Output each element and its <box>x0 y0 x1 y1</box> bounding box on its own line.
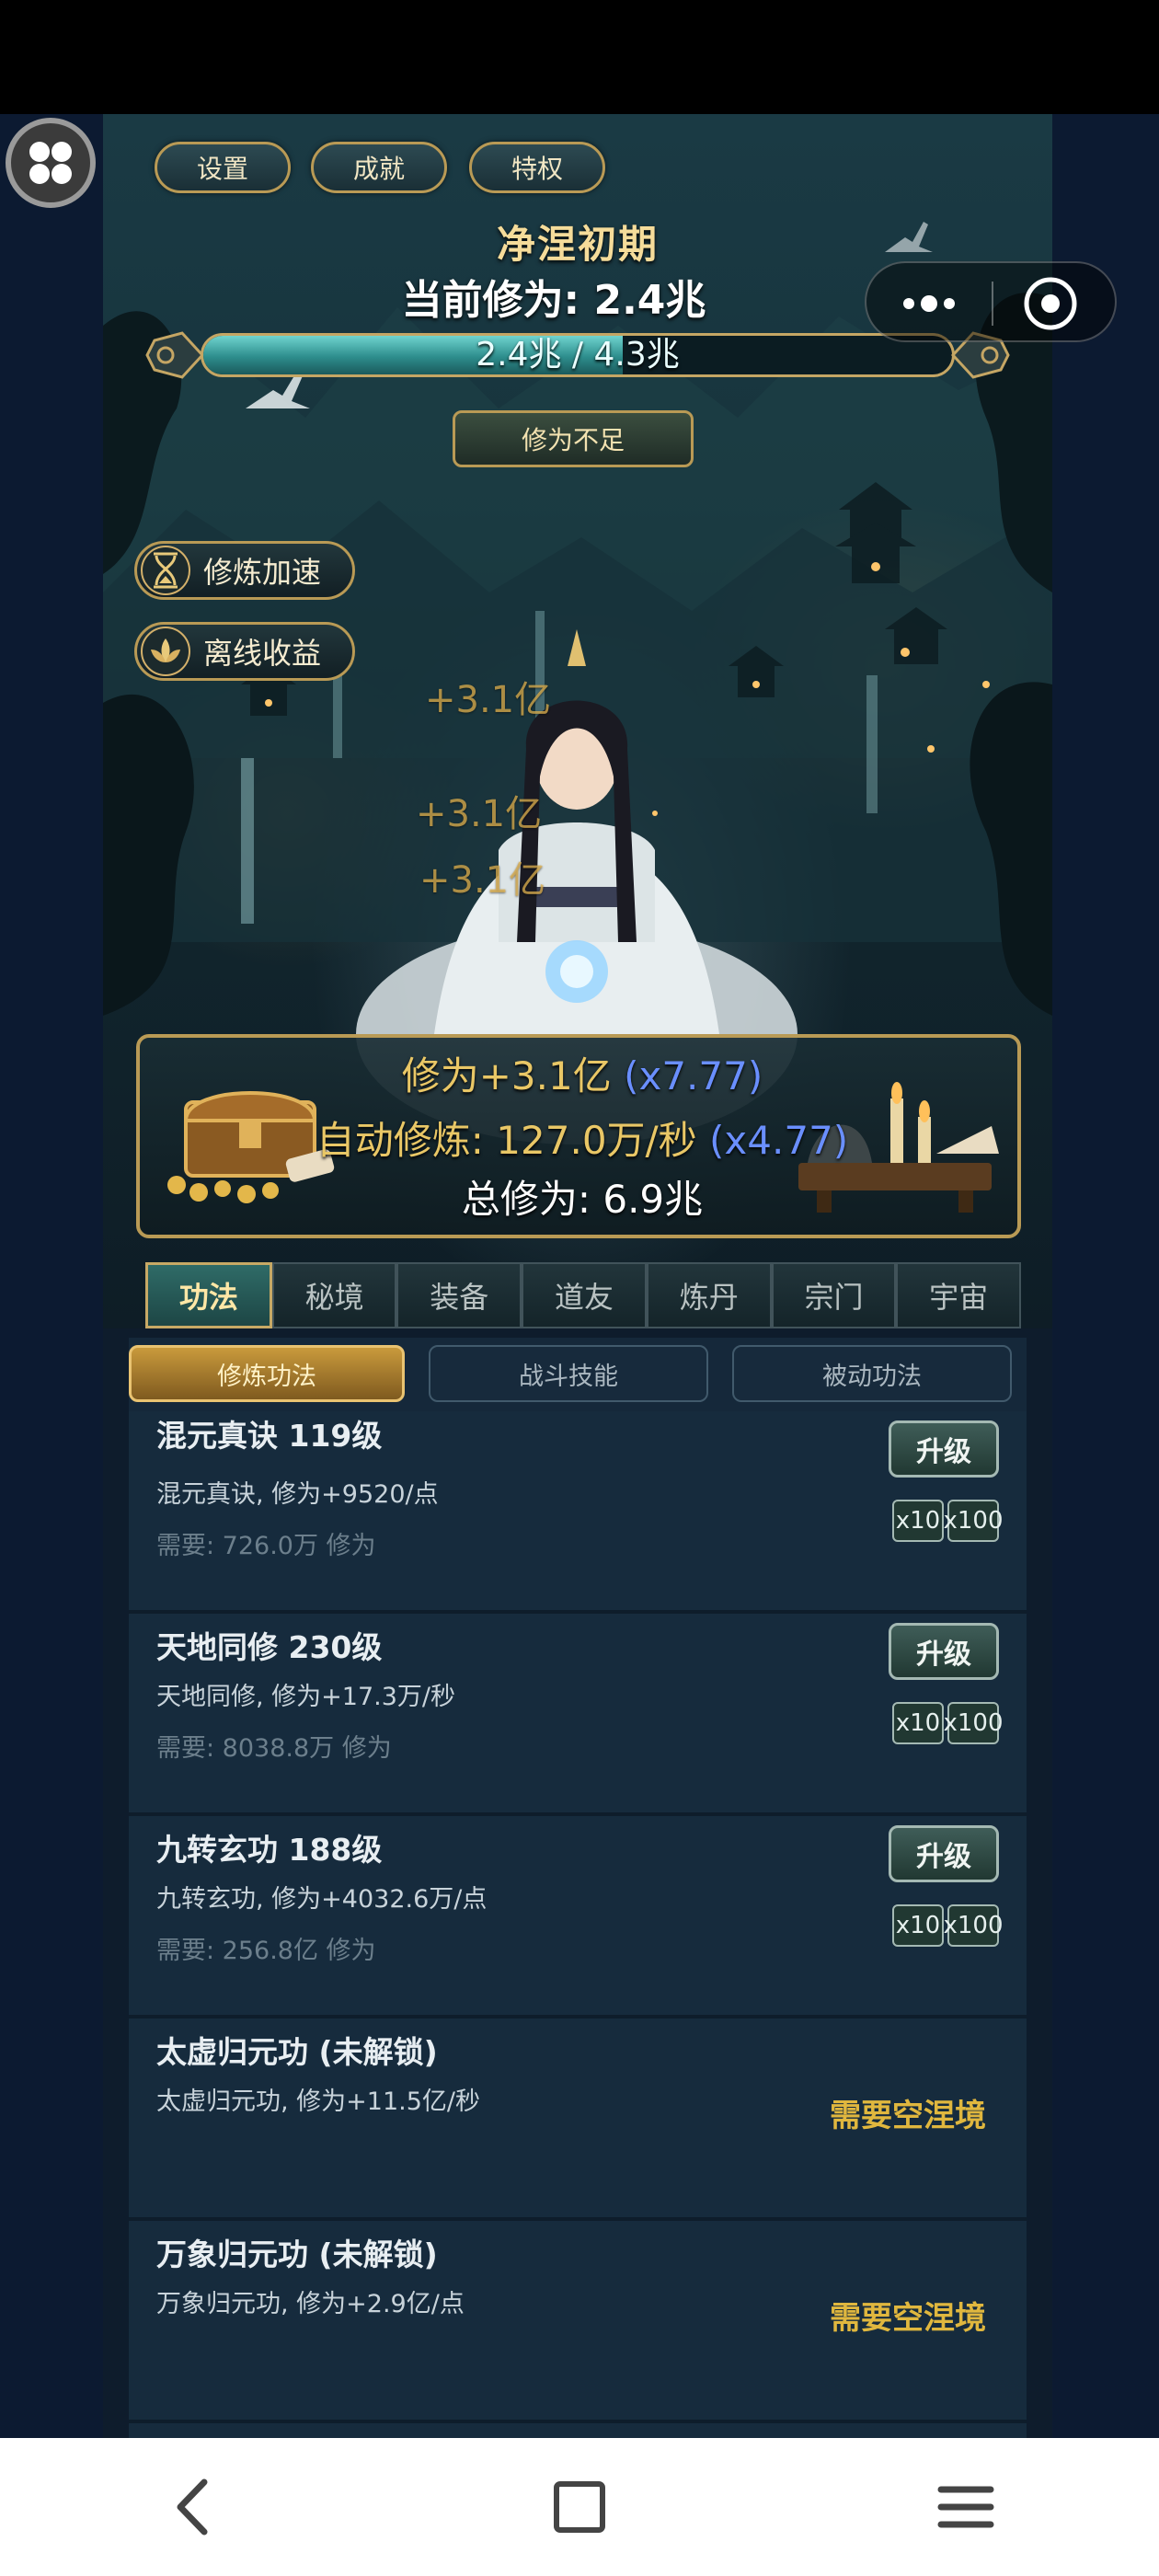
subtab-combat-skills[interactable]: 战斗技能 <box>429 1345 708 1402</box>
floating-gain: +3.1亿 <box>416 793 543 835</box>
technique-desc: 混元真诀, 修为+9520/点 <box>156 1480 439 1509</box>
tab-secret-realm[interactable]: 秘境 <box>271 1262 397 1328</box>
technique-row-locked: 太虚归元功 (未解锁) 太虚归元功, 修为+11.5亿/秒 需要空涅境 <box>129 2018 1027 2221</box>
upgrade-button[interactable]: 升级 <box>889 1825 999 1882</box>
total-cultivation: 总修为: 6.9兆 <box>461 1177 704 1222</box>
upgrade-x100-button[interactable]: x100 <box>944 1904 1004 1947</box>
close-target-icon[interactable] <box>1014 276 1096 331</box>
current-cultivation: 当前修为: 2.4兆 <box>401 277 706 324</box>
auto-label: 自动修炼: 127.0万/秒 <box>316 1118 697 1163</box>
right-margin <box>1052 114 1159 2438</box>
gain-line: 修为+3.1亿 (x7.77) <box>140 1045 1025 1101</box>
auto-multiplier: (x4.77) <box>709 1118 849 1163</box>
technique-need: 需要: 256.8亿 修为 <box>156 1937 376 1965</box>
technique-row: 九转玄功 188级 九转玄功, 修为+4032.6万/点 需要: 256.8亿 … <box>129 1816 1027 2018</box>
tab-alchemy[interactable]: 炼丹 <box>646 1262 772 1328</box>
technique-name: 天地同修 230级 <box>156 1629 383 1665</box>
tab-companions[interactable]: 道友 <box>522 1262 647 1328</box>
upgrade-x10-button[interactable]: x10 <box>892 1702 944 1744</box>
gain-label: 修为+3.1亿 <box>401 1053 612 1098</box>
technique-row: 天地同修 230级 天地同修, 修为+17.3万/秒 需要: 8038.8万 修… <box>129 1614 1027 1816</box>
achievements-button[interactable]: 成就 <box>311 142 447 193</box>
offline-income-label: 离线收益 <box>203 636 322 671</box>
subtab-passive-techniques[interactable]: 被动功法 <box>732 1345 1012 1402</box>
left-margin <box>0 114 103 2438</box>
technique-desc: 天地同修, 修为+17.3万/秒 <box>156 1683 456 1711</box>
game-screen: 设置 成就 特权 净涅初期 当前修为: 2.4兆 2.4兆 / 4.3兆 修为不… <box>103 114 1052 2438</box>
technique-name: 太虚归元功 (未解锁) <box>156 2034 438 2070</box>
cultivation-info-panel: 修为+3.1亿 (x7.77) 自动修炼: 127.0万/秒 (x4.77) 总… <box>136 1034 1021 1238</box>
technique-name: 万象归元功 (未解锁) <box>156 2237 438 2272</box>
main-tabs: 功法 秘境 装备 道友 炼丹 宗门 宇宙 <box>145 1262 1022 1328</box>
menu-grid-icon[interactable] <box>6 118 96 208</box>
more-dots-icon[interactable] <box>885 276 977 331</box>
exp-progress-bar: 2.4兆 / 4.3兆 <box>201 333 955 377</box>
speed-up-button[interactable]: 修炼加速 <box>134 541 355 600</box>
exp-progress-text: 2.4兆 / 4.3兆 <box>476 336 680 374</box>
technique-desc: 万象归元功, 修为+2.9亿/点 <box>156 2290 465 2318</box>
technique-name: 混元真诀 119级 <box>156 1418 383 1454</box>
status-bar <box>0 0 1159 114</box>
technique-need: 需要: 726.0万 修为 <box>156 1532 376 1560</box>
back-icon[interactable] <box>147 2466 239 2548</box>
technique-name: 九转玄功 188级 <box>156 1832 383 1868</box>
upgrade-x10-button[interactable]: x10 <box>892 1500 944 1542</box>
hourglass-icon <box>141 546 190 595</box>
technique-desc: 九转玄功, 修为+4032.6万/点 <box>156 1885 488 1914</box>
tab-sect[interactable]: 宗门 <box>771 1262 897 1328</box>
auto-line: 自动修炼: 127.0万/秒 (x4.77) <box>140 1110 1025 1166</box>
settings-button[interactable]: 设置 <box>155 142 291 193</box>
technique-row-partial <box>129 2423 1027 2438</box>
offline-income-button[interactable]: 离线收益 <box>134 622 355 681</box>
insufficient-cultivation-button[interactable]: 修为不足 <box>453 410 694 467</box>
floating-gain: +3.1亿 <box>425 679 552 721</box>
mini-program-capsule <box>865 261 1117 342</box>
upgrade-button[interactable]: 升级 <box>889 1420 999 1478</box>
system-nav-bar <box>0 2438 1159 2576</box>
home-square-icon[interactable] <box>534 2466 625 2548</box>
unlock-requirement: 需要空涅境 <box>830 2098 986 2134</box>
upgrade-x100-button[interactable]: x100 <box>944 1500 1004 1542</box>
tab-equipment[interactable]: 装备 <box>396 1262 522 1328</box>
floating-gain: +3.1亿 <box>419 859 546 902</box>
tab-universe[interactable]: 宇宙 <box>896 1262 1022 1328</box>
gain-multiplier: (x7.77) <box>624 1053 763 1098</box>
technique-row-locked: 万象归元功 (未解锁) 万象归元功, 修为+2.9亿/点 需要空涅境 <box>129 2221 1027 2423</box>
privileges-button[interactable]: 特权 <box>469 142 605 193</box>
technique-row: 混元真诀 119级 混元真诀, 修为+9520/点 需要: 726.0万 修为 … <box>129 1411 1027 1614</box>
tab-techniques[interactable]: 功法 <box>145 1262 272 1328</box>
upgrade-x10-button[interactable]: x10 <box>892 1904 944 1947</box>
capsule-divider <box>992 282 993 326</box>
menu-lines-icon[interactable] <box>920 2466 1012 2548</box>
technique-need: 需要: 8038.8万 修为 <box>156 1734 392 1763</box>
upgrade-x100-button[interactable]: x100 <box>944 1702 1004 1744</box>
technique-desc: 太虚归元功, 修为+11.5亿/秒 <box>156 2087 481 2116</box>
upgrade-button[interactable]: 升级 <box>889 1623 999 1680</box>
subtab-cultivation-techniques[interactable]: 修炼功法 <box>129 1345 405 1402</box>
speed-up-label: 修炼加速 <box>203 555 322 590</box>
unlock-requirement: 需要空涅境 <box>830 2300 986 2337</box>
lotus-icon <box>141 627 190 676</box>
ornament-left-icon <box>145 331 204 379</box>
